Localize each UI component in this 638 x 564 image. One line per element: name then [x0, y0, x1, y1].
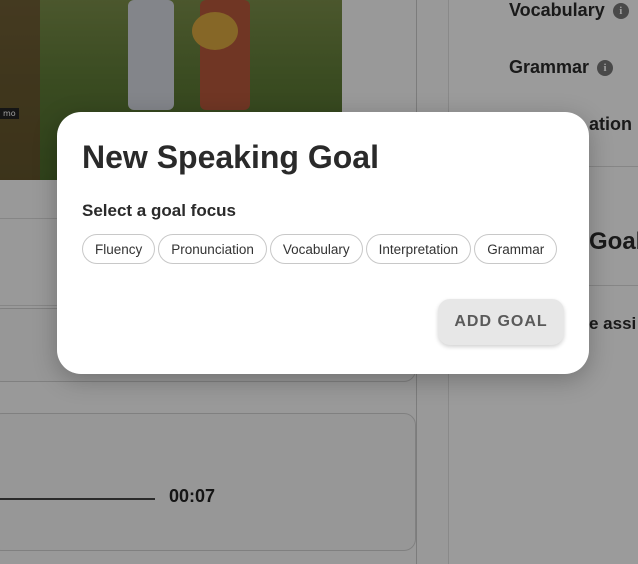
dialog-title: New Speaking Goal	[82, 139, 379, 175]
chip-grammar[interactable]: Grammar	[474, 234, 558, 264]
chip-fluency[interactable]: Fluency	[82, 234, 156, 264]
chip-vocabulary[interactable]: Vocabulary	[269, 234, 363, 264]
goal-focus-chips: Fluency Pronunciation Vocabulary Interpr…	[82, 234, 558, 264]
add-goal-button[interactable]: ADD GOAL	[438, 299, 564, 345]
chip-interpretation[interactable]: Interpretation	[365, 234, 472, 264]
chip-pronunciation[interactable]: Pronunciation	[158, 234, 267, 264]
new-goal-dialog: New Speaking Goal Select a goal focus Fl…	[57, 112, 589, 374]
goal-focus-label: Select a goal focus	[82, 201, 236, 220]
